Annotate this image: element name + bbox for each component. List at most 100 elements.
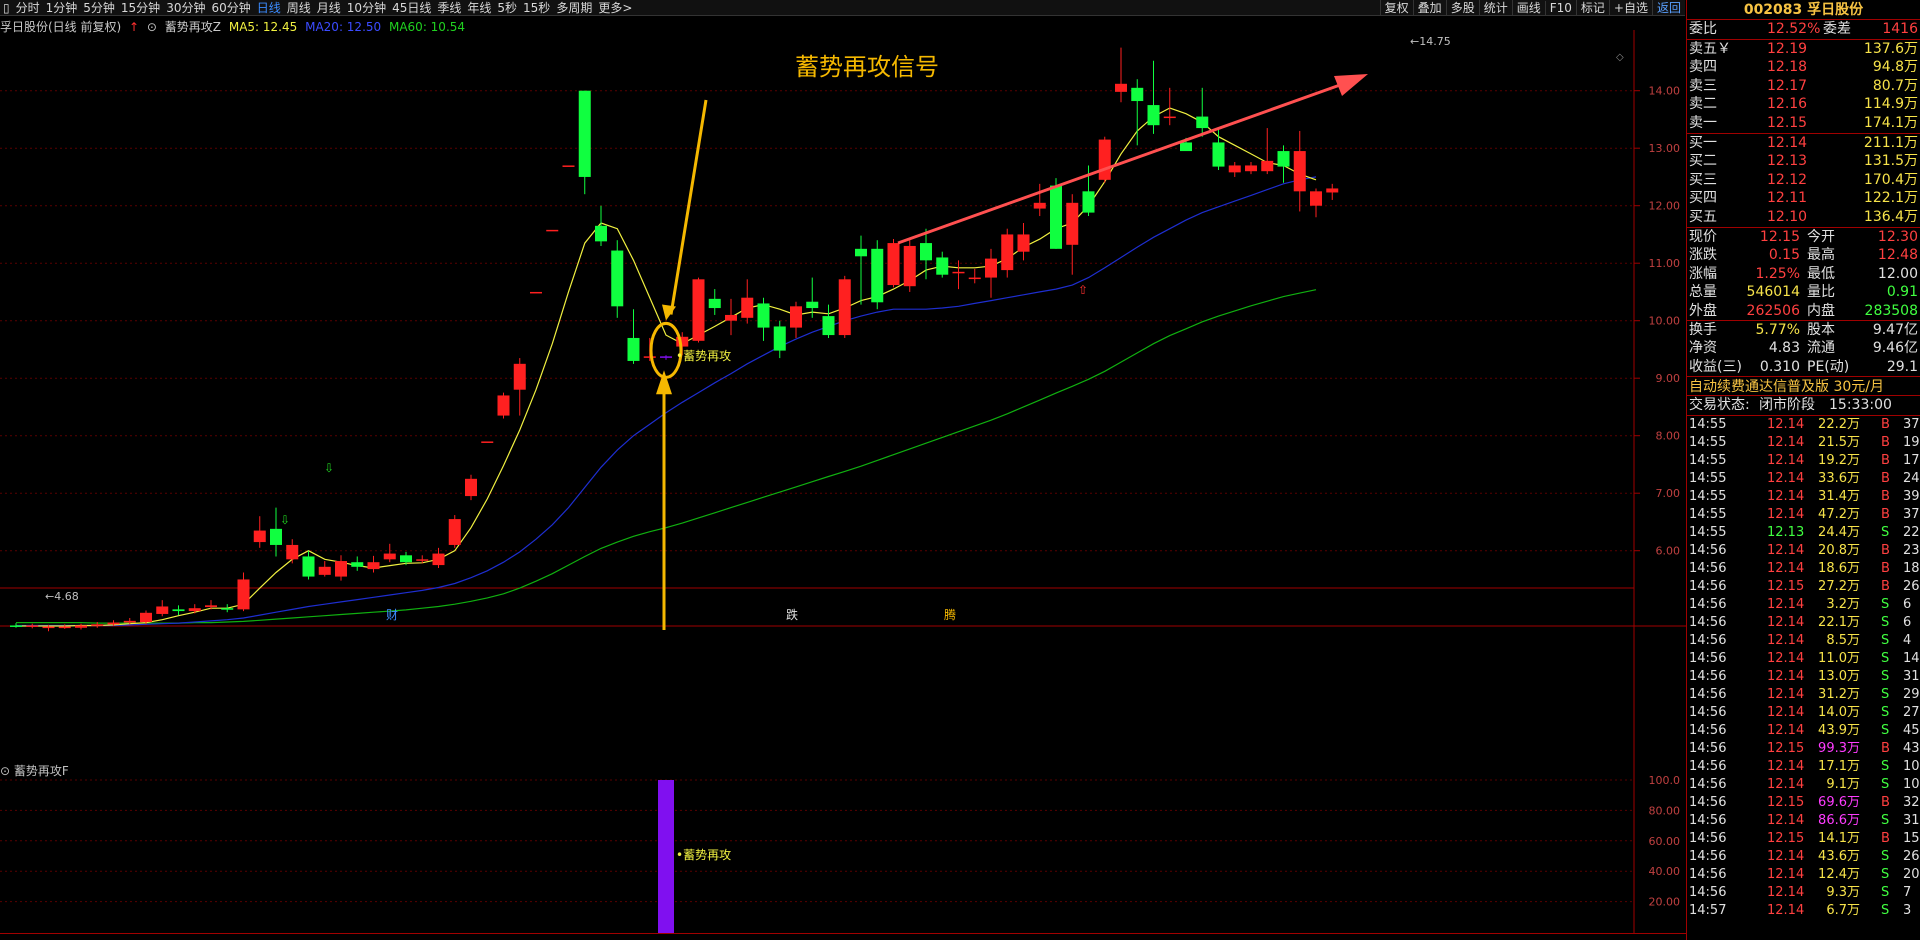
stat-value-1: 5.77% — [1755, 321, 1800, 338]
low-label: ←4.68 — [45, 590, 79, 603]
period-tab[interactable]: 5秒 — [494, 0, 520, 16]
tick-row: 14:56 12.14 18.6万 B 18 — [1687, 560, 1920, 578]
ad-banner[interactable]: 自动续费通达信普及版 30元/月 — [1687, 376, 1920, 397]
trend-arrow-head — [1334, 74, 1368, 96]
book-row[interactable]: 卖二 12.16 114.9万 — [1687, 95, 1920, 114]
toolbar-button[interactable]: +自选 — [1608, 0, 1652, 16]
candle-body — [887, 243, 900, 286]
candle-body — [1310, 191, 1322, 206]
book-volume: 114.9万 — [1863, 96, 1918, 113]
book-row[interactable]: 买四 12.11 122.1万 — [1687, 189, 1920, 208]
toolbar-button[interactable]: 统计 — [1478, 0, 1512, 16]
period-tab[interactable]: 月线 — [314, 0, 344, 16]
period-tab[interactable]: 分时 — [13, 0, 43, 16]
period-tab[interactable]: 5分钟 — [80, 0, 118, 16]
tick-time: 14:56 — [1689, 722, 1727, 738]
candle-body — [1050, 185, 1062, 249]
tick-time: 14:56 — [1689, 650, 1727, 666]
period-tab[interactable]: 15分钟 — [118, 0, 163, 16]
stat-label-2: 内盘 — [1807, 302, 1835, 319]
candle-body — [1082, 191, 1095, 213]
stock-header[interactable]: 002083 孚日股份 — [1687, 0, 1920, 20]
tick-count: 29 — [1903, 686, 1920, 702]
period-tab[interactable]: 1分钟 — [43, 0, 81, 16]
tick-price: 12.14 — [1767, 668, 1805, 684]
ad-price[interactable]: 30元/月 — [1833, 379, 1884, 395]
book-row[interactable]: 买二 12.13 131.5万 — [1687, 152, 1920, 171]
tick-count: 19 — [1903, 434, 1920, 450]
stat-label-2: PE(动) — [1807, 358, 1850, 375]
candle-body — [58, 626, 71, 629]
stat-label-1: 涨跌 — [1689, 247, 1717, 264]
tick-count: 31 — [1903, 668, 1920, 684]
period-tab[interactable]: 多周期 — [553, 0, 595, 16]
period-tab[interactable]: 年线 — [464, 0, 494, 16]
tick-time: 14:56 — [1689, 686, 1727, 702]
toolbar-button[interactable]: 画线 — [1511, 0, 1545, 16]
stat-label-2: 今开 — [1807, 228, 1835, 245]
book-row[interactable]: 买三 12.12 170.4万 — [1687, 171, 1920, 190]
candle-body — [1115, 83, 1127, 92]
stat-value-2: 283508 — [1864, 302, 1918, 319]
period-tab[interactable]: 周线 — [284, 0, 314, 16]
book-row[interactable]: 卖四 12.18 94.8万 — [1687, 58, 1920, 77]
tick-side: S — [1881, 632, 1890, 648]
period-tab[interactable]: 季线 — [434, 0, 464, 16]
toolbar-button[interactable]: 叠加 — [1412, 0, 1446, 16]
stat-value-1: 1.25% — [1755, 265, 1800, 282]
high-label: ←14.75 — [1410, 35, 1451, 48]
tick-count: 24 — [1903, 470, 1920, 486]
tick-list[interactable]: 14:55 12.14 22.2万 B 37 14:55 12.14 21.5万 B 19 14:5… — [1687, 414, 1920, 920]
tick-count: 14 — [1903, 650, 1920, 666]
kline-chart[interactable]: 14.00 13.00 12.00 11.00 10.00 9.00 8.00 7.00 6.0… — [0, 30, 1686, 760]
tick-row: 14:56 12.15 27.2万 B 26 — [1687, 578, 1920, 596]
period-tab[interactable]: 更多> — [595, 0, 635, 16]
stat-row: 换手 5.77% 股本 9.47亿 — [1687, 321, 1920, 340]
tick-row: 14:56 12.15 14.1万 B 15 — [1687, 830, 1920, 848]
book-volume: 170.4万 — [1863, 171, 1918, 188]
tick-count: 32 — [1903, 794, 1920, 810]
book-row[interactable]: 买五 12.10 136.4万 — [1687, 208, 1920, 227]
tick-volume: 9.1万 — [1826, 776, 1860, 792]
tick-count: 22 — [1903, 524, 1920, 540]
period-tab[interactable]: 15秒 — [520, 0, 553, 16]
sub-chart[interactable]: 100.0 80.00 60.00 40.00 20.00 •蓄势再攻 — [0, 760, 1686, 933]
toolbar-button[interactable]: F10 — [1544, 0, 1576, 15]
candle-body — [578, 90, 591, 177]
toolbar-button[interactable]: 复权 — [1379, 0, 1413, 16]
tick-side: B — [1881, 506, 1890, 522]
tick-time: 14:56 — [1689, 740, 1727, 756]
tick-price: 12.14 — [1767, 866, 1805, 882]
tick-count: 17 — [1903, 452, 1920, 468]
tick-price: 12.14 — [1767, 488, 1805, 504]
book-price: 12.13 — [1767, 153, 1808, 170]
tick-side: B — [1881, 542, 1890, 558]
book-row[interactable]: 卖一 12.15 174.1万 — [1687, 114, 1920, 133]
tick-side: S — [1881, 650, 1890, 666]
period-tab[interactable]: 10分钟 — [344, 0, 389, 16]
tick-time: 14:56 — [1689, 758, 1727, 774]
stat-row: 涨跌 0.15 最高 12.48 — [1687, 246, 1920, 265]
book-row[interactable]: 卖三 12.17 80.7万 — [1687, 77, 1920, 96]
period-tab[interactable]: 日线 — [254, 0, 284, 16]
tick-time: 14:55 — [1689, 506, 1727, 522]
period-tab[interactable]: 60分钟 — [208, 0, 253, 16]
book-label: 买三 — [1689, 171, 1717, 188]
candle-body — [497, 395, 510, 416]
toolbar-button[interactable]: 返回 — [1651, 0, 1685, 16]
book-row[interactable]: 卖五￥ 12.19 137.6万 — [1687, 40, 1920, 59]
tick-price: 12.14 — [1767, 902, 1805, 918]
period-tab[interactable]: 45日线 — [389, 0, 434, 16]
tick-row: 14:55 12.14 33.6万 B 24 — [1687, 470, 1920, 488]
candle-body — [383, 553, 396, 560]
tick-count: 37 — [1903, 416, 1920, 432]
period-tab[interactable]: 30分钟 — [163, 0, 208, 16]
candle-body — [481, 441, 494, 443]
menu-icon[interactable]: ▯ — [0, 1, 13, 15]
candle-body — [156, 606, 169, 614]
ad-text[interactable]: 自动续费通达信普及版 — [1689, 379, 1829, 395]
tick-row: 14:56 12.14 9.3万 S 7 — [1687, 884, 1920, 902]
book-row[interactable]: 买一 12.14 211.1万 — [1687, 134, 1920, 153]
toolbar-button[interactable]: 多股 — [1445, 0, 1479, 16]
toolbar-button[interactable]: 标记 — [1575, 0, 1609, 16]
